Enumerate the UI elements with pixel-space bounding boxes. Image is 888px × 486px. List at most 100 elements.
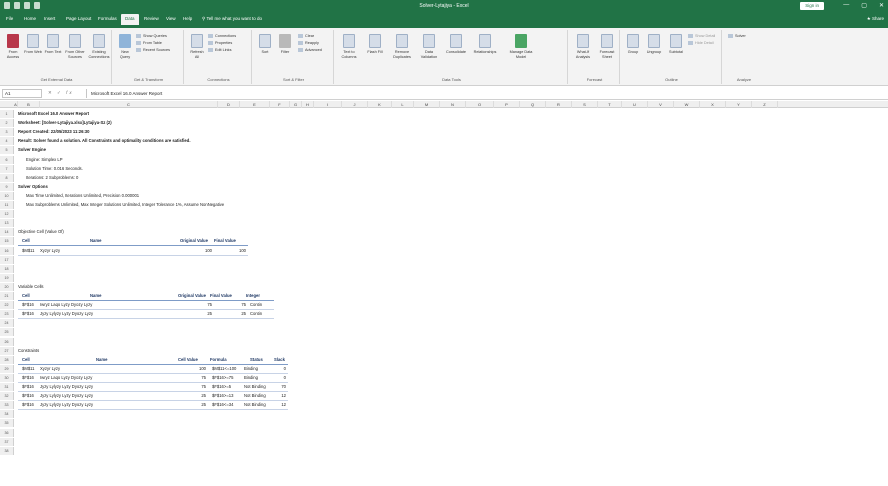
filter-button[interactable]: Filter — [276, 34, 294, 55]
column-header-x[interactable]: X — [700, 101, 726, 108]
column-header-o[interactable]: O — [466, 101, 494, 108]
column-header-r[interactable]: R — [546, 101, 572, 108]
close-button[interactable]: ✕ — [879, 2, 884, 9]
row-header[interactable]: 14 — [0, 228, 14, 237]
row-header[interactable]: 35 — [0, 419, 14, 428]
row-header[interactable]: 27 — [0, 346, 14, 355]
what-if-analysis-button[interactable]: What-If Analysis — [572, 34, 594, 59]
row-header[interactable]: 21 — [0, 292, 14, 300]
column-header-w[interactable]: W — [674, 101, 700, 108]
hide-detail-button[interactable]: Hide Detail — [688, 41, 714, 46]
tab-view[interactable]: View — [166, 16, 176, 21]
column-header-p[interactable]: P — [494, 101, 520, 108]
row-header[interactable]: 11 — [0, 201, 14, 209]
row-header[interactable]: 33 — [0, 401, 14, 410]
function-icon[interactable]: fx — [66, 90, 74, 95]
row-header[interactable]: 26 — [0, 337, 14, 346]
subtotal-button[interactable]: Subtotal — [666, 34, 686, 55]
new-query-button[interactable]: New Query — [116, 34, 134, 59]
row-header[interactable]: 36 — [0, 428, 14, 437]
ungroup-button[interactable]: Ungroup — [644, 34, 664, 55]
text-to-columns-button[interactable]: Text to Columns — [338, 34, 360, 59]
row-header[interactable]: 34 — [0, 410, 14, 419]
properties-button[interactable]: Properties — [208, 41, 232, 46]
row-header[interactable]: 28 — [0, 355, 14, 364]
row-header[interactable]: 10 — [0, 191, 14, 200]
row-header[interactable]: 16 — [0, 246, 14, 255]
row-header[interactable]: 20 — [0, 282, 14, 291]
existing-connections-button[interactable]: Existing Connections — [88, 34, 110, 59]
from-table-button[interactable]: From Table — [136, 41, 162, 46]
column-header-q[interactable]: Q — [520, 101, 546, 108]
tab-page-layout[interactable]: Page Layout — [66, 16, 91, 21]
from-web-button[interactable]: From Web — [24, 34, 42, 55]
tab-file[interactable]: File — [6, 16, 13, 21]
row-header[interactable]: 15 — [0, 237, 14, 246]
minimize-button[interactable]: — — [843, 2, 849, 9]
column-header-y[interactable]: Y — [726, 101, 752, 108]
column-header-u[interactable]: U — [622, 101, 648, 108]
tab-review[interactable]: Review — [144, 16, 159, 21]
row-header[interactable]: 23 — [0, 310, 14, 319]
row-header[interactable]: 6 — [0, 155, 14, 164]
row-header[interactable]: 8 — [0, 173, 14, 182]
row-header[interactable]: 9 — [0, 182, 14, 191]
column-header-i[interactable]: I — [314, 101, 342, 108]
share-button[interactable]: ★ Share — [867, 16, 884, 22]
sign-in-button[interactable]: Sign in — [800, 2, 824, 10]
column-header-c[interactable]: C — [40, 101, 218, 108]
column-header-e[interactable]: E — [240, 101, 270, 108]
maximize-button[interactable]: ▢ — [861, 2, 867, 9]
flash-fill-button[interactable]: Flash Fill — [366, 34, 384, 55]
column-header-f[interactable]: F — [270, 101, 290, 108]
row-header[interactable]: 29 — [0, 364, 14, 373]
from-text-button[interactable]: From Text — [44, 34, 62, 55]
row-header[interactable]: 38 — [0, 446, 14, 455]
column-header-v[interactable]: V — [648, 101, 674, 108]
column-header-m[interactable]: M — [414, 101, 440, 108]
connections-button[interactable]: Connections — [208, 34, 236, 39]
row-header[interactable]: 19 — [0, 273, 14, 282]
row-header[interactable]: 5 — [0, 146, 14, 155]
show-queries-button[interactable]: Show Queries — [136, 34, 167, 39]
from-access-button[interactable]: From Access — [4, 34, 22, 59]
enter-icon[interactable]: ✓ — [57, 90, 63, 95]
row-header[interactable]: 30 — [0, 373, 14, 382]
row-header[interactable]: 22 — [0, 301, 14, 310]
column-header-j[interactable]: J — [342, 101, 368, 108]
row-header[interactable]: 13 — [0, 219, 14, 228]
clear-button[interactable]: Clear — [298, 34, 314, 39]
column-header-n[interactable]: N — [440, 101, 466, 108]
row-header[interactable]: 31 — [0, 383, 14, 391]
column-header-t[interactable]: T — [598, 101, 622, 108]
column-header-b[interactable]: B — [18, 101, 40, 108]
row-header[interactable]: 32 — [0, 392, 14, 401]
sort-button[interactable]: Sort — [256, 34, 274, 55]
column-header-h[interactable]: H — [302, 101, 314, 108]
edit-links-button[interactable]: Edit Links — [208, 48, 231, 53]
column-header-l[interactable]: L — [392, 101, 414, 108]
consolidate-button[interactable]: Consolidate — [444, 34, 468, 55]
relationships-button[interactable]: Relationships — [472, 34, 498, 55]
row-header[interactable]: 17 — [0, 255, 14, 264]
name-box[interactable]: A1 — [2, 89, 42, 98]
recent-sources-button[interactable]: Recent Sources — [136, 48, 170, 53]
column-header-s[interactable]: S — [572, 101, 598, 108]
row-header[interactable]: 4 — [0, 137, 14, 146]
formula-input[interactable]: Microsoft Excel 16.0 Answer Report — [86, 89, 886, 98]
row-header[interactable]: 2 — [0, 119, 14, 128]
tab-insert[interactable]: Insert — [44, 16, 55, 21]
group-button[interactable]: Group — [624, 34, 642, 55]
tab-data[interactable]: Data — [121, 14, 139, 25]
advanced-button[interactable]: Advanced — [298, 48, 322, 53]
column-header-k[interactable]: K — [368, 101, 392, 108]
row-header[interactable]: 3 — [0, 128, 14, 137]
show-detail-button[interactable]: Show Detail — [688, 34, 715, 39]
row-header[interactable]: 18 — [0, 264, 14, 273]
cancel-icon[interactable]: ✕ — [48, 90, 54, 95]
tab-help[interactable]: Help — [183, 16, 192, 21]
tell-me-search[interactable]: ⚲ Tell me what you want to do — [202, 16, 262, 22]
manage-data-model-button[interactable]: Manage Data Model — [508, 34, 534, 59]
row-header[interactable]: 7 — [0, 164, 14, 173]
row-header[interactable]: 24 — [0, 319, 14, 328]
